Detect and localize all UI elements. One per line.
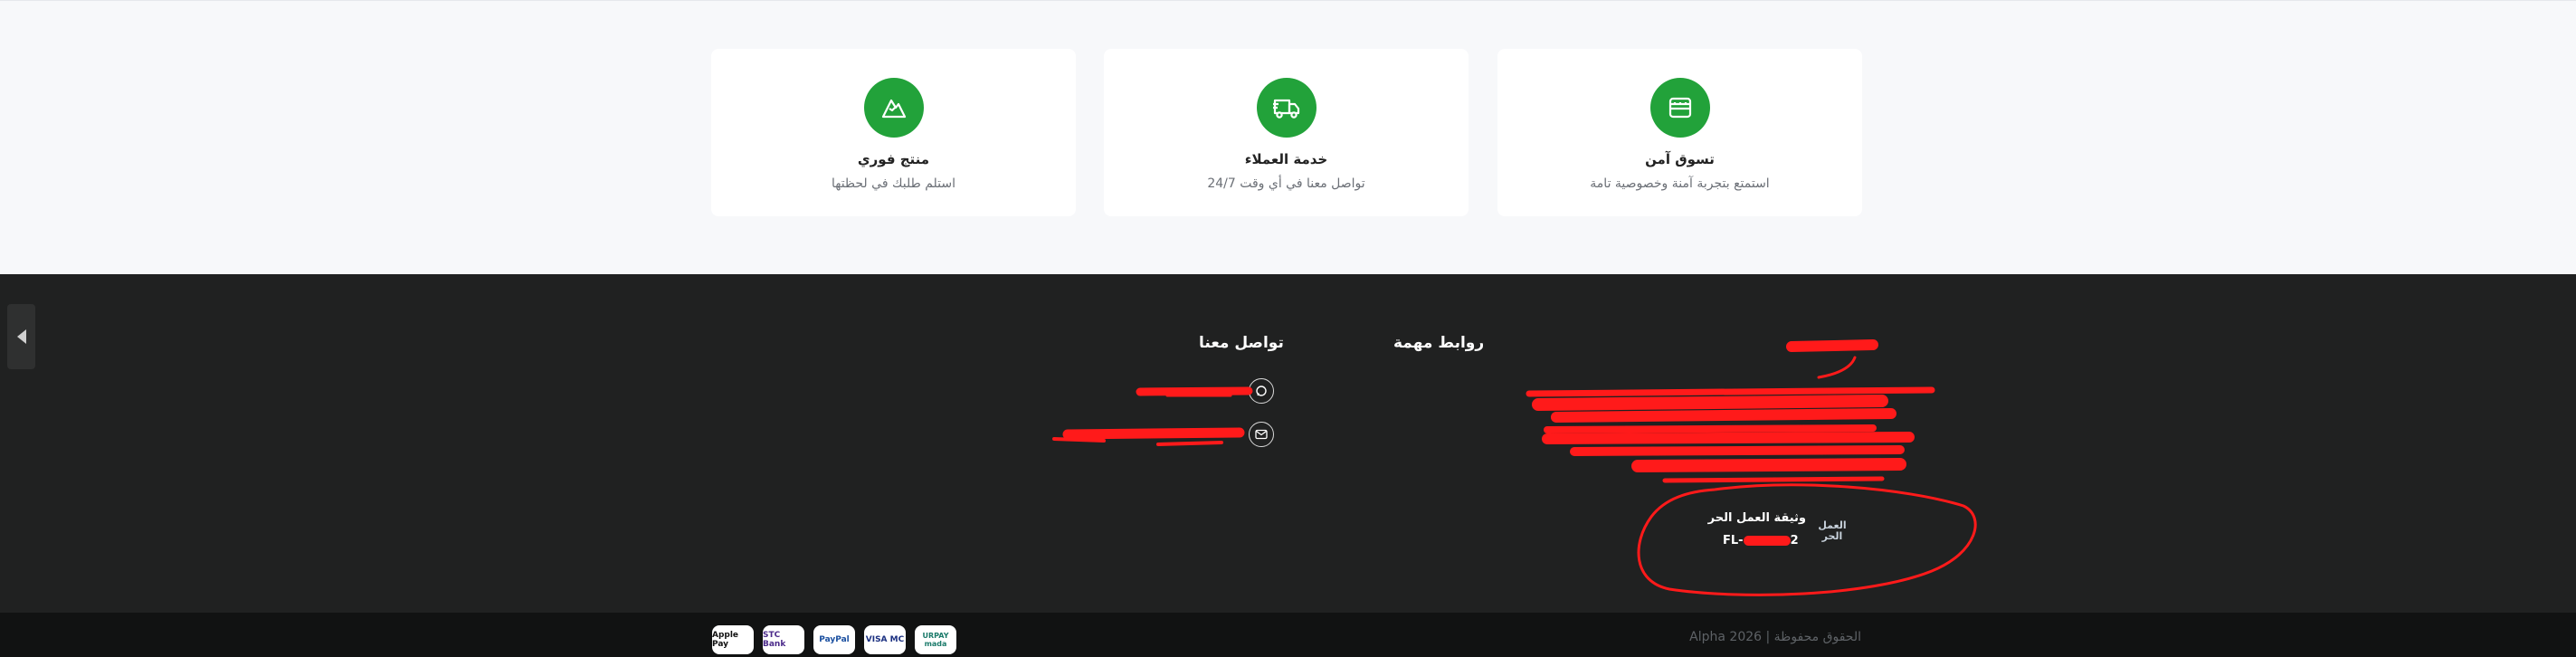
feature-title: منتج فوري [857, 151, 930, 167]
collapse-sidebar-button[interactable] [7, 304, 35, 369]
apple-pay-badge: Apple Pay [712, 625, 754, 654]
site-footer: روابط مهمة تواصل معنا وثيقة العمل الحر F… [0, 274, 2576, 657]
redacted-contact-details [1052, 386, 1253, 446]
feature-subtitle: استلم طلبك في لحظتها [831, 176, 956, 191]
contact-heading: تواصل معنا [1199, 334, 1284, 352]
visa-mastercard-badge: VISA MC [864, 625, 906, 654]
shop-icon [1649, 78, 1710, 138]
feature-subtitle: استمتع بتجربة آمنة وخصوصية تامة [1590, 176, 1770, 191]
feature-title: تسوق آمن [1645, 151, 1715, 167]
mountain-icon [863, 78, 924, 138]
feature-card-customer-service: خدمة العملاء تواصل معنا في أي وقت 24/7 [1104, 49, 1469, 216]
feature-card-instant-product: منتج فوري استلم طلبك في لحظتها [711, 49, 1076, 216]
important-links-heading: روابط مهمة [1393, 334, 1485, 352]
feature-card-secure-shopping: تسوق آمن استمتع بتجربة آمنة وخصوصية تامة [1497, 49, 1862, 216]
features-section: تسوق آمن استمتع بتجربة آمنة وخصوصية تامة… [0, 0, 2576, 274]
highlight-circle [1637, 483, 1977, 596]
feature-subtitle: تواصل معنا في أي وقت 24/7 [1207, 176, 1365, 191]
urpay-mada-badge: URPAY mada [915, 625, 956, 654]
stc-bank-badge: STC Bank [763, 625, 804, 654]
caret-left-icon [16, 329, 26, 344]
delivery-truck-icon [1256, 78, 1317, 138]
feature-title: خدمة العملاء [1244, 151, 1328, 167]
footer-bottom-bar: الحقوق محفوظة | Alpha 2026 Apple Pay STC… [0, 613, 2576, 657]
paypal-badge: PayPal [813, 625, 855, 654]
copyright-text: الحقوق محفوظة | Alpha 2026 [1689, 630, 1861, 644]
